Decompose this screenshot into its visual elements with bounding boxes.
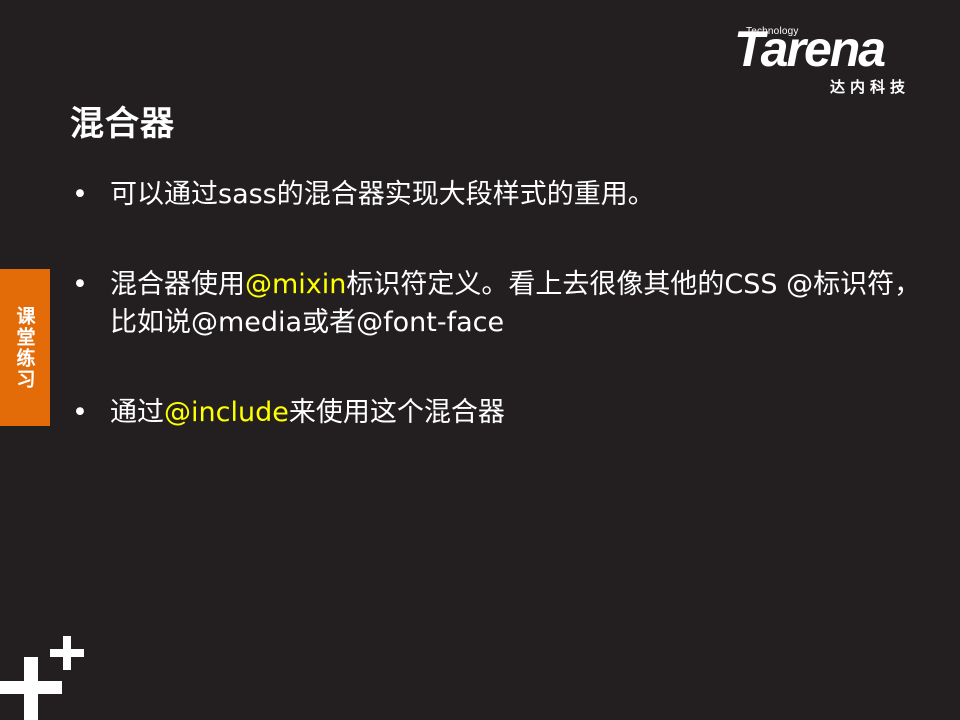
bullet-text-segment: 混合器使用	[110, 269, 245, 300]
logo-wordmark: Tarena	[734, 21, 886, 77]
bullet-item: • 混合器使用@mixin标识符定义。看上去很像其他的CSS @标识符，比如说@…	[70, 266, 930, 342]
plus-icon	[0, 636, 84, 720]
tarena-logo: Technology Tarena 达内科技	[734, 24, 934, 98]
bullet-text: 混合器使用@mixin标识符定义。看上去很像其他的CSS @标识符，比如说@me…	[110, 269, 921, 338]
bullet-item: • 可以通过sass的混合器实现大段样式的重用。	[70, 176, 930, 214]
bullet-text-segment: 通过	[110, 397, 164, 428]
bullet-dot-icon: •	[72, 179, 88, 210]
slide-title: 混合器	[70, 104, 175, 144]
logo-chinese-name: 达内科技	[830, 78, 911, 96]
bullet-dot-icon: •	[72, 269, 88, 300]
bullet-text: 通过@include来使用这个混合器	[110, 397, 505, 428]
bullet-item: • 通过@include来使用这个混合器	[70, 394, 930, 432]
highlighted-keyword: @include	[164, 397, 289, 428]
bullet-text: 可以通过sass的混合器实现大段样式的重用。	[110, 179, 655, 210]
bullet-dot-icon: •	[72, 397, 88, 428]
bullet-text-segment: 来使用这个混合器	[288, 397, 505, 428]
highlighted-keyword: @mixin	[245, 269, 347, 300]
side-tab-label: 课堂练习	[13, 305, 36, 390]
bullet-list: • 可以通过sass的混合器实现大段样式的重用。 • 混合器使用@mixin标识…	[70, 176, 930, 484]
bullet-text-segment: 可以通过sass的混合器实现大段样式的重用。	[110, 179, 655, 210]
classroom-exercise-tab: 课堂练习	[0, 269, 50, 426]
